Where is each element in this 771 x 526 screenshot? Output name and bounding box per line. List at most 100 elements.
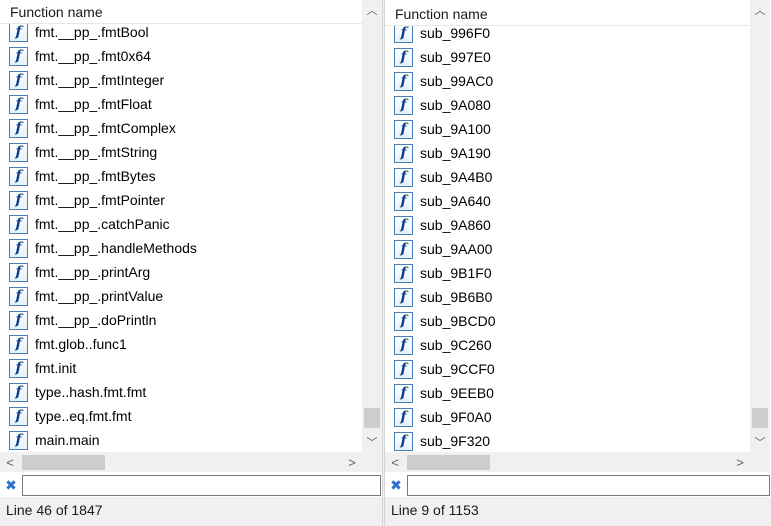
function-list-row[interactable]: f fmt.glob..func1 <box>0 332 362 356</box>
right-filter-input[interactable] <box>407 474 770 496</box>
left-clear-filter-icon[interactable]: ✖ <box>3 477 19 493</box>
function-name-label: fmt.__pp_.fmtComplex <box>35 120 176 136</box>
function-name-label: fmt.__pp_.fmtString <box>35 144 158 160</box>
function-icon: f <box>9 94 28 114</box>
function-list-row[interactable]: f fmt.init <box>0 356 362 380</box>
right-vertical-scrollbar[interactable]: ︿ ﹀ <box>750 0 770 452</box>
function-icon: f <box>9 70 28 90</box>
function-list-row[interactable]: f sub_9A4B0 <box>385 165 750 189</box>
left-horizontal-scrollbar[interactable]: < > <box>0 452 362 472</box>
function-icon: f <box>394 359 413 379</box>
function-list-row[interactable]: f fmt.__pp_.fmtBytes <box>0 164 362 188</box>
function-list-row[interactable]: f main.main <box>0 428 362 452</box>
function-name-label: sub_997E0 <box>420 49 491 65</box>
function-list-row[interactable]: f fmt.__pp_.handleMethods <box>0 236 362 260</box>
function-icon: f <box>394 263 413 283</box>
left-scroll-up-arrow-icon[interactable]: ︿ <box>362 0 382 20</box>
function-name-label: fmt.__pp_.fmtFloat <box>35 96 152 112</box>
function-icon: f <box>394 431 413 451</box>
left-column-header-function-name[interactable]: Function name <box>0 0 362 24</box>
function-name-label: type..eq.fmt.fmt <box>35 408 132 424</box>
function-list-row[interactable]: f fmt.__pp_.catchPanic <box>0 212 362 236</box>
function-name-label: fmt.__pp_.fmtInteger <box>35 72 165 88</box>
function-name-label: sub_9A640 <box>420 193 491 209</box>
function-icon: f <box>9 214 28 234</box>
function-list-row[interactable]: f fmt.__pp_.fmtInteger <box>0 68 362 92</box>
function-list-row[interactable]: f sub_9B6B0 <box>385 285 750 309</box>
function-icon: f <box>9 286 28 306</box>
left-scroll-right-arrow-icon[interactable]: > <box>342 452 362 472</box>
function-icon: f <box>9 382 28 402</box>
function-name-label: sub_9A100 <box>420 121 491 137</box>
function-icon: f <box>394 239 413 259</box>
function-list-row[interactable]: f sub_9AA00 <box>385 237 750 261</box>
left-vertical-scrollbar[interactable]: ︿ ﹀ <box>362 0 382 452</box>
left-vertical-scroll-thumb[interactable] <box>364 408 380 428</box>
function-name-label: sub_9C260 <box>420 337 492 353</box>
left-scroll-down-arrow-icon[interactable]: ﹀ <box>362 432 382 452</box>
function-list-row[interactable]: f sub_9F320 <box>385 429 750 452</box>
function-icon: f <box>394 23 413 43</box>
function-list-row[interactable]: f fmt.__pp_.fmtString <box>0 140 362 164</box>
function-icon: f <box>9 166 28 186</box>
function-name-label: fmt.__pp_.printValue <box>35 288 164 304</box>
function-name-label: sub_9AA00 <box>420 241 493 257</box>
function-icon: f <box>394 287 413 307</box>
function-list-row[interactable]: f fmt.__pp_.doPrintln <box>0 308 362 332</box>
right-column-header-function-name[interactable]: Function name <box>385 2 750 26</box>
function-icon: f <box>394 119 413 139</box>
left-function-list[interactable]: Function name f fmt.__pp_.fmtBool f fmt.__p… <box>0 0 362 452</box>
left-scroll-left-arrow-icon[interactable]: < <box>0 452 20 472</box>
function-icon: f <box>9 406 28 426</box>
right-horizontal-scrollbar[interactable]: < > <box>385 452 750 472</box>
function-name-label: fmt.__pp_.fmt0x64 <box>35 48 151 64</box>
function-list-row[interactable]: f fmt.__pp_.fmtFloat <box>0 92 362 116</box>
function-icon: f <box>394 71 413 91</box>
function-name-label: fmt.__pp_.fmtBool <box>35 24 149 40</box>
function-list-row[interactable]: f sub_99AC0 <box>385 69 750 93</box>
function-list-row[interactable]: f fmt.__pp_.fmtComplex <box>0 116 362 140</box>
right-scroll-up-arrow-icon[interactable]: ︿ <box>750 0 770 20</box>
function-icon: f <box>9 46 28 66</box>
right-clear-filter-icon[interactable]: ✖ <box>388 477 404 493</box>
left-status-line: Line 46 of 1847 <box>0 497 382 526</box>
function-list-row[interactable]: f sub_9EEB0 <box>385 381 750 405</box>
function-list-row[interactable]: f sub_9BCD0 <box>385 309 750 333</box>
right-scroll-left-arrow-icon[interactable]: < <box>385 452 405 472</box>
right-scroll-down-arrow-icon[interactable]: ﹀ <box>750 432 770 452</box>
function-list-row[interactable]: f sub_9A640 <box>385 189 750 213</box>
right-filter-bar: ✖ <box>385 474 771 496</box>
right-vertical-scroll-thumb[interactable] <box>752 408 768 428</box>
function-list-row[interactable]: f type..eq.fmt.fmt <box>0 404 362 428</box>
function-list-row[interactable]: f sub_9F0A0 <box>385 405 750 429</box>
right-scroll-right-arrow-icon[interactable]: > <box>730 452 750 472</box>
function-list-row[interactable]: f sub_9A190 <box>385 141 750 165</box>
function-icon: f <box>394 167 413 187</box>
function-icon: f <box>394 311 413 331</box>
left-filter-input[interactable] <box>22 474 381 496</box>
function-list-row[interactable]: f sub_9A080 <box>385 93 750 117</box>
function-list-row[interactable]: f fmt.__pp_.printArg <box>0 260 362 284</box>
left-rows-container: f fmt.__pp_.fmtBool f fmt.__pp_.fmt0x64 f fmt… <box>0 20 362 452</box>
function-name-label: fmt.__pp_.catchPanic <box>35 216 170 232</box>
function-list-row[interactable]: f sub_997E0 <box>385 45 750 69</box>
function-list-row[interactable]: f fmt.__pp_.fmtPointer <box>0 188 362 212</box>
function-list-row[interactable]: f fmt.__pp_.printValue <box>0 284 362 308</box>
right-horizontal-scroll-thumb[interactable] <box>407 455 490 470</box>
function-list-row[interactable]: f sub_9CCF0 <box>385 357 750 381</box>
function-list-row[interactable]: f type..hash.fmt.fmt <box>0 380 362 404</box>
function-list-row[interactable]: f sub_9A100 <box>385 117 750 141</box>
function-list-row[interactable]: f sub_9C260 <box>385 333 750 357</box>
left-horizontal-scroll-thumb[interactable] <box>22 455 105 470</box>
function-list-row[interactable]: f sub_9B1F0 <box>385 261 750 285</box>
function-icon: f <box>394 191 413 211</box>
function-list-row[interactable]: f sub_9A860 <box>385 213 750 237</box>
function-list-row[interactable]: f fmt.__pp_.fmt0x64 <box>0 44 362 68</box>
right-function-list[interactable]: Function name f sub_996F0 f sub_997E0 f sub_9… <box>385 0 750 452</box>
function-name-label: sub_9CCF0 <box>420 361 495 377</box>
function-name-label: fmt.__pp_.fmtPointer <box>35 192 165 208</box>
function-name-label: sub_9A860 <box>420 217 491 233</box>
function-icon: f <box>394 95 413 115</box>
right-status-line: Line 9 of 1153 <box>385 497 771 526</box>
function-name-label: main.main <box>35 432 100 448</box>
